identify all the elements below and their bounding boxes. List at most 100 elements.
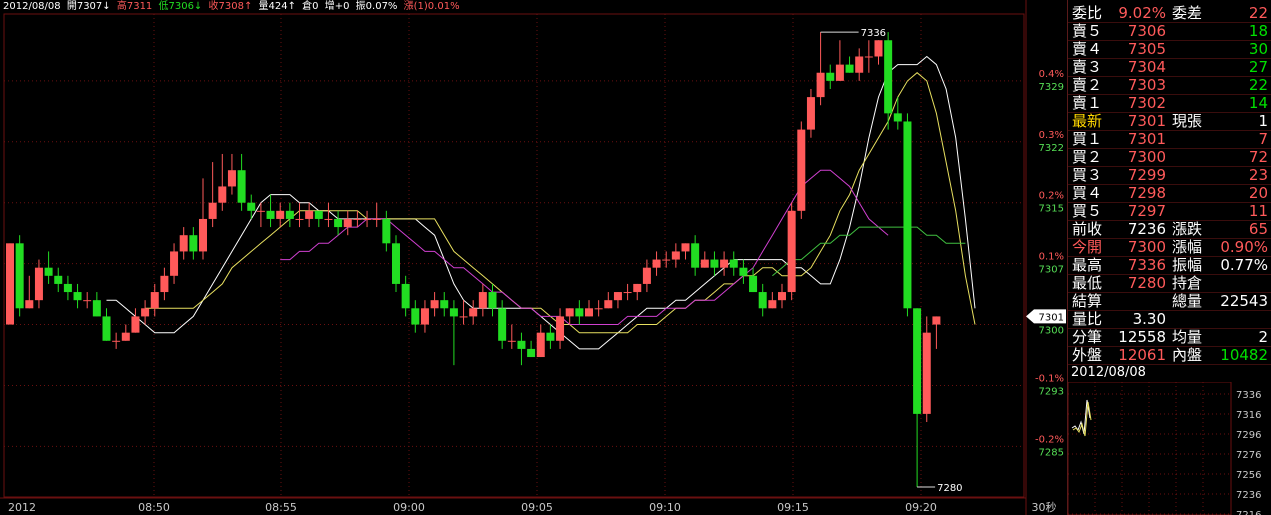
candle-body xyxy=(199,218,207,252)
candle-body xyxy=(787,210,796,293)
candle-body xyxy=(73,292,82,301)
quote-value-2: 11 xyxy=(1248,202,1268,220)
candle-body xyxy=(469,308,478,317)
quote-value: 7297 xyxy=(1127,202,1166,220)
header-amplitude: 振0.07% xyxy=(356,0,398,12)
candle-body xyxy=(922,332,931,414)
candle-body xyxy=(237,170,246,203)
quote-label-2: 現張 xyxy=(1172,112,1203,130)
candle-body xyxy=(536,332,545,358)
candle-body xyxy=(305,210,314,219)
quote-label: 外盤 xyxy=(1072,346,1103,364)
candle-body xyxy=(92,300,101,317)
quote-label-2: 持倉 xyxy=(1172,274,1203,292)
quote-value: 7301 xyxy=(1127,112,1166,130)
candle-body xyxy=(63,283,72,293)
quote-row: 賣２ 7303 22 xyxy=(1068,76,1271,95)
candle-body xyxy=(855,56,864,73)
quote-row: 賣５ 7306 18 xyxy=(1068,22,1271,41)
candle-body xyxy=(218,186,227,203)
quote-label: 最低 xyxy=(1072,274,1103,292)
x-tick-label: 08:55 xyxy=(265,501,297,514)
candle-body xyxy=(363,218,372,220)
candle-body xyxy=(585,308,593,317)
x-tick-label: 09:00 xyxy=(393,501,425,514)
quote-value-2: 72 xyxy=(1248,148,1268,166)
quote-label: 買１ xyxy=(1072,130,1103,148)
quote-value-2: 0.77% xyxy=(1220,256,1268,274)
quote-label: 買４ xyxy=(1072,184,1103,202)
quote-row: 買３ 7299 23 xyxy=(1068,166,1271,185)
header-change: 增+0 xyxy=(325,0,350,12)
x-tick-label: 09:15 xyxy=(777,501,809,514)
quote-value-2: 18 xyxy=(1248,22,1268,40)
candle-body xyxy=(382,218,391,244)
y-axis: 0.4%73290.3%73220.2%73150.1%7307-0.0%730… xyxy=(1026,69,1066,458)
candlestick-chart[interactable]: 0.4%73290.3%73220.2%73150.1%7307-0.0%730… xyxy=(0,0,1066,515)
candle-body xyxy=(758,292,767,309)
x-tick-label: 09:10 xyxy=(649,501,681,514)
candle-body xyxy=(179,235,188,252)
quote-row: 外盤 12061 內盤 10482 xyxy=(1068,346,1271,365)
candle-body xyxy=(768,300,777,309)
candle-body xyxy=(662,259,671,261)
candle-body xyxy=(324,218,333,220)
quote-value-2: 2 xyxy=(1258,328,1268,346)
y-tick-price: 7322 xyxy=(1039,143,1064,154)
candle-body xyxy=(729,259,738,268)
quote-label-2: 振幅 xyxy=(1172,256,1203,274)
x-tick-label: 09:05 xyxy=(521,501,553,514)
candle-body xyxy=(353,218,362,220)
quote-label-2: 內盤 xyxy=(1172,346,1203,364)
candle-body xyxy=(160,275,169,293)
candle-body xyxy=(864,56,873,58)
y-tick-price: 7329 xyxy=(1039,82,1064,93)
candle-body xyxy=(845,64,854,73)
quote-row: 賣３ 7304 27 xyxy=(1068,58,1271,77)
header-rise: 漲(1)0.01% xyxy=(404,0,460,12)
y-tick-pct: 0.4% xyxy=(1039,69,1064,80)
header-close: 收7308↑ xyxy=(209,0,253,12)
candle-body xyxy=(449,308,458,317)
candle-body xyxy=(314,210,323,219)
candle-body xyxy=(170,251,179,276)
quote-panel: 委比 9.02% 委差 22 賣５ 7306 18 賣４ 7305 30 賣３ 7304 27 賣２ 730… xyxy=(1067,0,1271,515)
candle-body xyxy=(652,259,661,268)
quote-value: 3.30 xyxy=(1132,310,1166,328)
quote-row: 買５ 7297 11 xyxy=(1068,202,1271,221)
candle-body xyxy=(556,316,565,341)
quote-label: 賣２ xyxy=(1072,76,1103,94)
last-price-label: 7301 xyxy=(1039,312,1064,323)
mini-chart[interactable]: 7336 7316 7296 7276 7256 7236 7216 xyxy=(1068,382,1271,515)
quote-value: 7301 xyxy=(1127,130,1166,148)
quote-label-2: 總量 xyxy=(1172,292,1203,310)
quote-label: 委比 xyxy=(1072,4,1103,22)
x-tick-label: 09:20 xyxy=(905,501,937,514)
candle-body xyxy=(15,243,24,309)
y-tick-price: 7285 xyxy=(1039,447,1064,458)
header-info: 2012/08/08 開7307↓ 高7311 低7306↓ 收7308↑ 量4… xyxy=(3,0,460,12)
candle-body xyxy=(6,243,14,325)
mini-frame xyxy=(1068,382,1232,515)
candle-body xyxy=(527,348,536,358)
quote-value: 7280 xyxy=(1127,274,1166,292)
quote-value: 9.02% xyxy=(1118,4,1166,22)
quote-value-2: 10482 xyxy=(1220,346,1268,364)
candle-body xyxy=(575,308,584,317)
candle-body xyxy=(420,308,429,325)
quote-value-2: 22 xyxy=(1248,4,1268,22)
quote-value: 7236 xyxy=(1127,220,1166,238)
quote-value: 7302 xyxy=(1127,94,1166,112)
candle-body xyxy=(227,170,236,187)
candle-body xyxy=(884,40,893,114)
candle-body xyxy=(276,210,285,219)
candle-body xyxy=(44,267,53,276)
candle-body xyxy=(700,259,709,268)
candle-body xyxy=(459,316,468,318)
candle-body xyxy=(633,283,642,293)
quote-row: 最低 7280 持倉 xyxy=(1068,274,1271,293)
candle-body xyxy=(507,340,516,342)
quote-value: 7303 xyxy=(1127,76,1166,94)
candle-body xyxy=(372,218,381,220)
ma-line-ma60 xyxy=(772,226,966,277)
